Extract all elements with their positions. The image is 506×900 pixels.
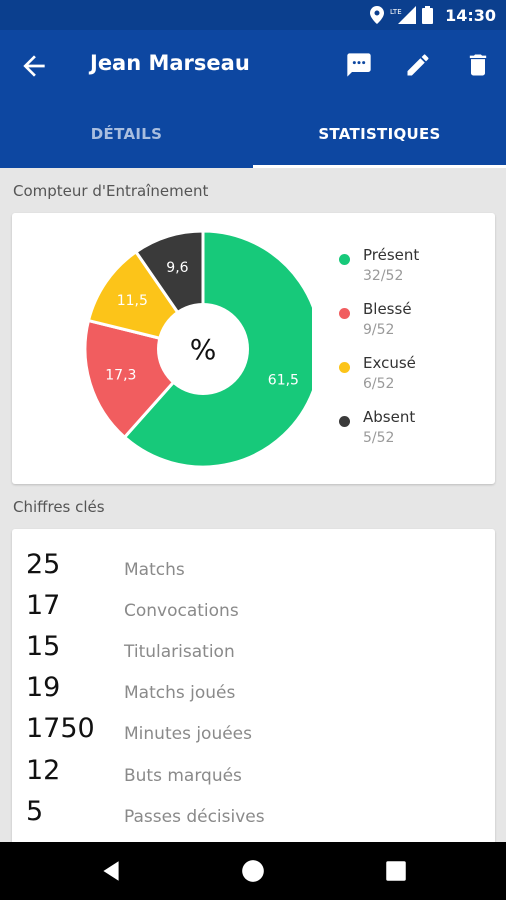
legend-count: 32/52 [363, 268, 404, 284]
training-section-title: Compteur d'Entraînement [13, 182, 209, 200]
player-name-title: Jean Marseau [90, 51, 250, 75]
legend-dot [339, 308, 350, 319]
key-figures-card: 25 Matchs 17 Convocations 15 Titularisat… [12, 529, 495, 849]
key-figure-label: Convocations [124, 601, 239, 621]
key-figure-value: 1750 [26, 713, 95, 744]
legend-label: Blessé [363, 300, 412, 318]
pie-slice-label: 61,5 [268, 373, 299, 389]
legend-count: 6/52 [363, 376, 395, 392]
key-figure-row: 17 Convocations [12, 590, 495, 631]
pie-slice-label: 17,3 [105, 367, 136, 383]
navigation-bar [0, 842, 506, 900]
delete-icon[interactable] [464, 51, 492, 79]
battery-icon [422, 6, 434, 24]
key-figure-label: Buts marqués [124, 766, 242, 786]
legend-count: 5/52 [363, 430, 395, 446]
pie-slice-label: 9,6 [166, 260, 188, 276]
key-figure-label: Minutes jouées [124, 724, 252, 744]
tab-statistics[interactable]: STATISTIQUES [253, 100, 506, 168]
training-pie-chart: 61,5 17,3 11,5 9,6% [83, 229, 312, 469]
nav-recents-icon[interactable] [383, 858, 409, 884]
app-bar: Jean Marseau [0, 30, 506, 100]
key-figure-value: 15 [26, 631, 61, 662]
message-icon[interactable] [345, 51, 373, 79]
key-figure-row: 15 Titularisation [12, 631, 495, 672]
location-icon [370, 6, 385, 24]
key-figure-label: Matchs [124, 560, 185, 580]
key-figures-section-title: Chiffres clés [13, 498, 105, 516]
key-figure-row: 12 Buts marqués [12, 755, 495, 796]
donut-center-label: % [190, 333, 217, 366]
legend-count: 9/52 [363, 322, 395, 338]
edit-icon[interactable] [404, 51, 432, 79]
legend-dot [339, 416, 350, 427]
key-figure-value: 5 [26, 796, 44, 827]
nav-home-icon[interactable] [240, 858, 266, 884]
legend-dot [339, 362, 350, 373]
key-figure-label: Passes décisives [124, 807, 265, 827]
back-arrow-icon[interactable] [18, 50, 50, 82]
key-figure-row: 19 Matchs joués [12, 672, 495, 713]
pie-slice-label: 11,5 [117, 293, 148, 309]
nav-back-icon[interactable] [98, 858, 124, 884]
legend-label: Absent [363, 408, 416, 426]
tab-details[interactable]: DÉTAILS [0, 100, 253, 168]
training-chart-card: 61,5 17,3 11,5 9,6% Présent 32/52 Blessé 9/… [12, 213, 495, 484]
legend-label: Présent [363, 246, 420, 264]
tab-bar: DÉTAILS STATISTIQUES [0, 100, 506, 168]
key-figure-value: 25 [26, 549, 61, 580]
lte-signal-icon: LTE [390, 6, 417, 24]
legend-dot [339, 254, 350, 265]
key-figure-label: Matchs joués [124, 683, 236, 703]
key-figure-row: 1750 Minutes jouées [12, 713, 495, 754]
status-bar: LTE 14:30 [0, 0, 506, 30]
key-figure-value: 19 [26, 672, 61, 703]
svg-text:LTE: LTE [390, 8, 402, 16]
key-figure-label: Titularisation [124, 642, 235, 662]
key-figure-value: 17 [26, 590, 61, 621]
key-figure-value: 12 [26, 755, 61, 786]
legend-label: Excusé [363, 354, 416, 372]
key-figure-row: 25 Matchs [12, 549, 495, 590]
status-time: 14:30 [445, 5, 496, 25]
key-figure-row: 5 Passes décisives [12, 796, 495, 837]
